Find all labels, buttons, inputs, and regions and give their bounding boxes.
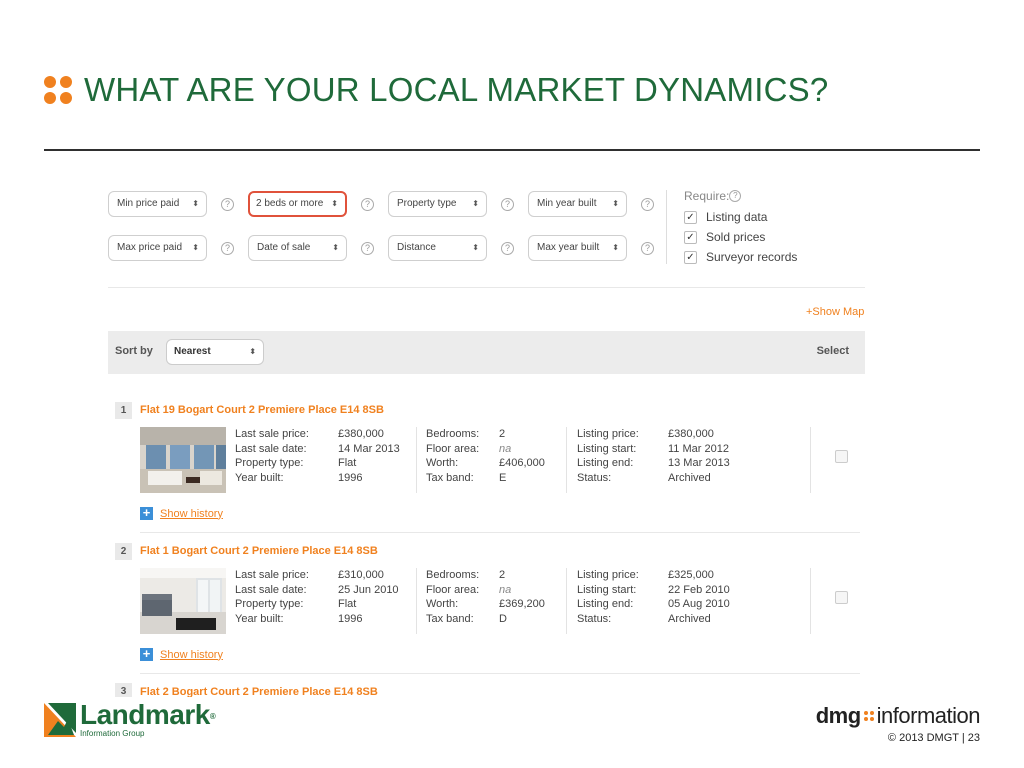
help-icon[interactable]: ? xyxy=(641,242,654,255)
require-listing-data[interactable]: ✓ Listing data xyxy=(684,210,767,224)
min-price-paid-select[interactable]: Min price paid ⬍ xyxy=(108,191,207,217)
result-title-link[interactable]: Flat 1 Bogart Court 2 Premiere Place E14… xyxy=(140,545,378,557)
help-icon[interactable]: ? xyxy=(361,198,374,211)
select-checkbox[interactable] xyxy=(835,450,848,463)
field-labels-1: Last sale price: Last sale date: Propert… xyxy=(235,569,309,626)
require-surveyor-records[interactable]: ✓ Surveyor records xyxy=(684,250,797,264)
date-of-sale-select[interactable]: Date of sale ⬍ xyxy=(248,235,347,261)
field-labels-2: Bedrooms: Floor area: Worth: Tax band: xyxy=(426,569,480,626)
select-arrows-icon: ⬍ xyxy=(472,243,479,252)
result-number: 3 xyxy=(115,683,132,697)
select-column-label: Select xyxy=(816,345,849,357)
show-history-link[interactable]: Show history xyxy=(160,508,223,520)
field-labels-3: Listing price: Listing start: Listing en… xyxy=(577,428,639,485)
column-divider xyxy=(810,427,811,493)
column-divider xyxy=(416,427,417,493)
help-icon[interactable]: ? xyxy=(221,198,234,211)
max-year-built-select[interactable]: Max year built ⬍ xyxy=(528,235,627,261)
field-values-2: 2 na £406,000 E xyxy=(499,428,545,485)
title-divider xyxy=(44,149,980,151)
sort-label: Sort by xyxy=(115,345,153,357)
slide-header: WHAT ARE YOUR LOCAL MARKET DYNAMICS? xyxy=(44,70,828,110)
landmark-logo: Landmark® Information Group xyxy=(44,701,216,738)
bedrooms-select[interactable]: 2 beds or more ⬍ xyxy=(248,191,347,217)
filter-divider xyxy=(666,190,667,264)
help-icon[interactable]: ? xyxy=(501,198,514,211)
landmark-mark-icon xyxy=(44,703,76,737)
show-history-link[interactable]: Show history xyxy=(160,649,223,661)
result-item: 2 Flat 1 Bogart Court 2 Premiere Place E… xyxy=(115,543,865,675)
sort-select[interactable]: Nearest ⬍ xyxy=(166,339,264,365)
field-values-1: £310,000 25 Jun 2010 Flat 1996 xyxy=(338,569,399,626)
field-values-2: 2 na £369,200 D xyxy=(499,569,545,626)
max-price-paid-select[interactable]: Max price paid ⬍ xyxy=(108,235,207,261)
select-arrows-icon: ⬍ xyxy=(612,199,619,208)
copyright-text: © 2013 DMGT | 23 xyxy=(887,732,980,744)
column-divider xyxy=(416,568,417,634)
plus-icon[interactable]: + xyxy=(140,506,153,520)
checkmark-icon[interactable]: ✓ xyxy=(684,250,697,264)
checkmark-icon[interactable]: ✓ xyxy=(684,210,697,224)
select-arrows-icon: ⬍ xyxy=(472,199,479,208)
dmg-dots-icon xyxy=(863,711,874,721)
result-divider xyxy=(140,532,860,533)
plus-icon[interactable]: + xyxy=(140,647,153,661)
help-icon[interactable]: ? xyxy=(729,190,742,202)
property-photo[interactable] xyxy=(140,427,226,493)
field-labels-1: Last sale price: Last sale date: Propert… xyxy=(235,428,309,485)
select-checkbox[interactable] xyxy=(835,591,848,604)
help-icon[interactable]: ? xyxy=(361,242,374,255)
field-labels-2: Bedrooms: Floor area: Worth: Tax band: xyxy=(426,428,480,485)
help-icon[interactable]: ? xyxy=(501,242,514,255)
select-arrows-icon: ⬍ xyxy=(249,347,256,356)
slide-title: WHAT ARE YOUR LOCAL MARKET DYNAMICS? xyxy=(84,71,829,108)
select-arrows-icon: ⬍ xyxy=(332,243,339,252)
select-arrows-icon: ⬍ xyxy=(192,243,199,252)
select-arrows-icon: ⬍ xyxy=(331,199,338,208)
four-dots-icon xyxy=(44,76,72,104)
field-labels-3: Listing price: Listing start: Listing en… xyxy=(577,569,639,626)
result-number: 2 xyxy=(115,543,132,560)
result-item-partial: 3 Flat 2 Bogart Court 2 Premiere Place E… xyxy=(115,683,865,697)
show-history[interactable]: + Show history xyxy=(140,506,223,520)
column-divider xyxy=(566,427,567,493)
column-divider xyxy=(810,568,811,634)
property-photo[interactable] xyxy=(140,568,226,634)
result-divider xyxy=(140,673,860,674)
result-title-link[interactable]: Flat 2 Bogart Court 2 Premiere Place E14… xyxy=(140,686,378,697)
section-divider xyxy=(108,287,865,288)
dmg-information-logo: dmg information xyxy=(815,703,981,728)
column-divider xyxy=(566,568,567,634)
field-values-3: £380,000 11 Mar 2012 13 Mar 2013 Archive… xyxy=(668,428,730,485)
field-values-3: £325,000 22 Feb 2010 05 Aug 2010 Archive… xyxy=(668,569,730,626)
require-heading: Require:? xyxy=(684,189,742,204)
min-year-built-select[interactable]: Min year built ⬍ xyxy=(528,191,627,217)
field-values-1: £380,000 14 Mar 2013 Flat 1996 xyxy=(338,428,400,485)
result-number: 1 xyxy=(115,402,132,419)
require-sold-prices[interactable]: ✓ Sold prices xyxy=(684,230,765,244)
show-history[interactable]: + Show history xyxy=(140,647,223,661)
help-icon[interactable]: ? xyxy=(641,198,654,211)
select-arrows-icon: ⬍ xyxy=(192,199,199,208)
select-arrows-icon: ⬍ xyxy=(612,243,619,252)
checkmark-icon[interactable]: ✓ xyxy=(684,230,697,244)
sort-bar: Sort by Nearest ⬍ Select xyxy=(108,331,865,374)
result-title-link[interactable]: Flat 19 Bogart Court 2 Premiere Place E1… xyxy=(140,404,384,416)
help-icon[interactable]: ? xyxy=(221,242,234,255)
distance-select[interactable]: Distance ⬍ xyxy=(388,235,487,261)
result-item: 1 Flat 19 Bogart Court 2 Premiere Place … xyxy=(115,402,865,534)
property-type-select[interactable]: Property type ⬍ xyxy=(388,191,487,217)
show-map-link[interactable]: +Show Map xyxy=(806,306,864,318)
